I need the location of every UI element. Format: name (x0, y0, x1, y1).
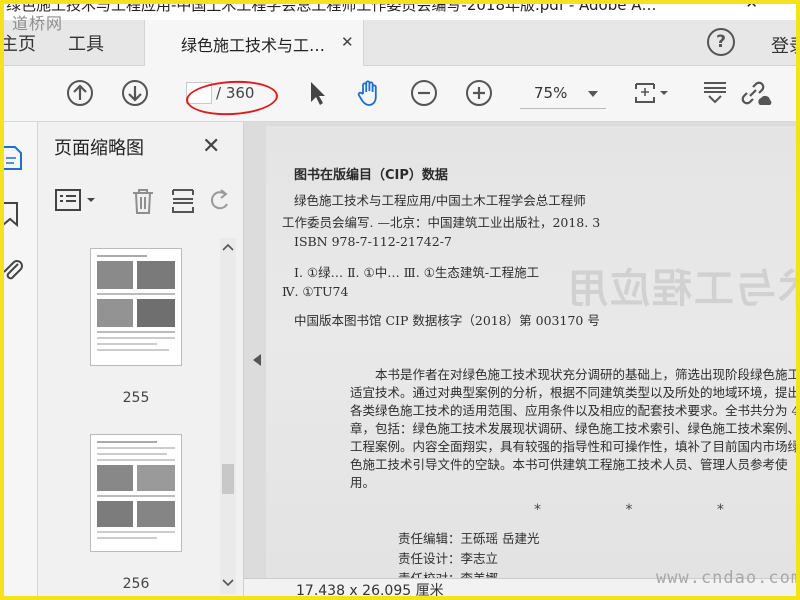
zoom-dropdown-icon[interactable] (588, 91, 598, 97)
credit-line: 责任编辑：王砾瑶 岳建光 (398, 531, 540, 546)
attachment-icon[interactable] (0, 256, 24, 284)
page-dimensions: 17.438 x 26.095 厘米 (296, 583, 444, 599)
panel-title: 页面缩略图 (54, 138, 144, 159)
cip-line: Ⅰ. ①绿… Ⅱ. ①中… Ⅲ. ①生态建筑-工程施工 (294, 265, 540, 280)
page-thumbnails-icon[interactable] (0, 144, 24, 172)
link-cloud-icon[interactable] (738, 78, 772, 108)
rotate-page-icon[interactable] (208, 186, 232, 216)
cip-line: 工作委员会编写. —北京：中国建筑工业出版社，2018. 3 (282, 215, 601, 230)
bookmark-icon[interactable] (0, 200, 24, 228)
hand-icon[interactable] (354, 78, 384, 108)
cip-number: 中国版本图书馆 CIP 数据核字（2018）第 003170 号 (294, 313, 600, 328)
delete-page-icon[interactable] (130, 186, 156, 216)
thumbnail-label-256: 256 (122, 576, 150, 592)
thumbnail-scrollbar[interactable] (220, 238, 236, 594)
tab-close-icon[interactable]: ✕ (341, 33, 354, 51)
tab-document[interactable]: 绿色施工技术与工… ✕ (144, 20, 364, 66)
watermark-bottom-right: www.cndao.com (656, 568, 800, 588)
zoom-in-icon[interactable] (464, 78, 494, 108)
window-close-button[interactable]: ✕ (745, 0, 758, 12)
cip-heading: 图书在版编目（CIP）数据 (294, 168, 448, 183)
collapse-panel-icon[interactable] (253, 354, 261, 366)
thumbnail-label-255: 255 (122, 390, 150, 406)
arrow-down-circle-icon[interactable] (120, 78, 150, 108)
left-navigation-strip (0, 122, 38, 600)
arrow-up-circle-icon[interactable] (65, 78, 95, 108)
login-link[interactable]: 登录 (771, 32, 800, 58)
cip-line: ISBN 978-7-112-21742-7 (294, 234, 452, 249)
thumbnail-options-icon[interactable] (54, 186, 98, 216)
bleed-through-text: 绿色施工技术与工程应用 (566, 266, 800, 312)
separator-stars: * * * (534, 502, 764, 518)
document-view[interactable]: 绿色施工技术与工程应用 图书在版编目（CIP）数据 绿色施工技术与工程应用/中国… (244, 122, 800, 600)
fit-page-icon[interactable] (632, 78, 672, 108)
cip-line: Ⅳ. ①TU74 (282, 284, 349, 299)
cursor-arrow-icon[interactable] (302, 78, 332, 108)
panel-close-icon[interactable]: ✕ (202, 134, 220, 159)
thumbnail-page-255[interactable] (90, 248, 182, 366)
toolbar: / 360 75% (0, 66, 800, 122)
thumbnail-page-256[interactable] (90, 434, 182, 552)
zoom-underline (520, 108, 606, 109)
zoom-level[interactable]: 75% (534, 84, 567, 102)
scrollbar-thumb[interactable] (222, 464, 234, 494)
scroll-down-icon[interactable] (222, 578, 234, 588)
zoom-out-icon[interactable] (409, 78, 439, 108)
watermark-top-left: 道桥网 (12, 14, 64, 33)
page-display-icon[interactable] (700, 78, 730, 108)
window-title: 绿色施工技术与工程应用-中国土木工程学会总工程师工作委员会编写-2018年版.p… (6, 0, 657, 14)
tab-document-label: 绿色施工技术与工… (181, 36, 326, 55)
tab-tools[interactable]: 工具 (68, 30, 104, 56)
credit-line: 责任设计：李志立 (398, 551, 499, 566)
scroll-up-icon[interactable] (222, 242, 234, 252)
thumbnail-255-preview (97, 255, 175, 351)
panel-toolbar (38, 178, 244, 224)
page-thumbnails-panel: 页面缩略图 ✕ 255 256 (38, 122, 244, 600)
extract-page-icon[interactable] (170, 186, 196, 216)
help-icon[interactable]: ? (707, 28, 735, 56)
window-title-bar: 绿色施工技术与工程应用-中国土木工程学会总工程师工作委员会编写-2018年版.p… (0, 0, 800, 20)
thumbnail-256-preview (97, 441, 175, 539)
cip-line: 绿色施工技术与工程应用/中国土木工程学会总工程师 (294, 193, 586, 208)
book-summary: 本书是作者在对绿色施工技术现状充分调研的基础上，筛选出现阶段绿色施工适宜技术。通… (350, 367, 800, 490)
pdf-page: 绿色施工技术与工程应用 图书在版编目（CIP）数据 绿色施工技术与工程应用/中国… (266, 126, 800, 600)
tab-bar: 主页 工具 绿色施工技术与工… ✕ (0, 20, 800, 66)
